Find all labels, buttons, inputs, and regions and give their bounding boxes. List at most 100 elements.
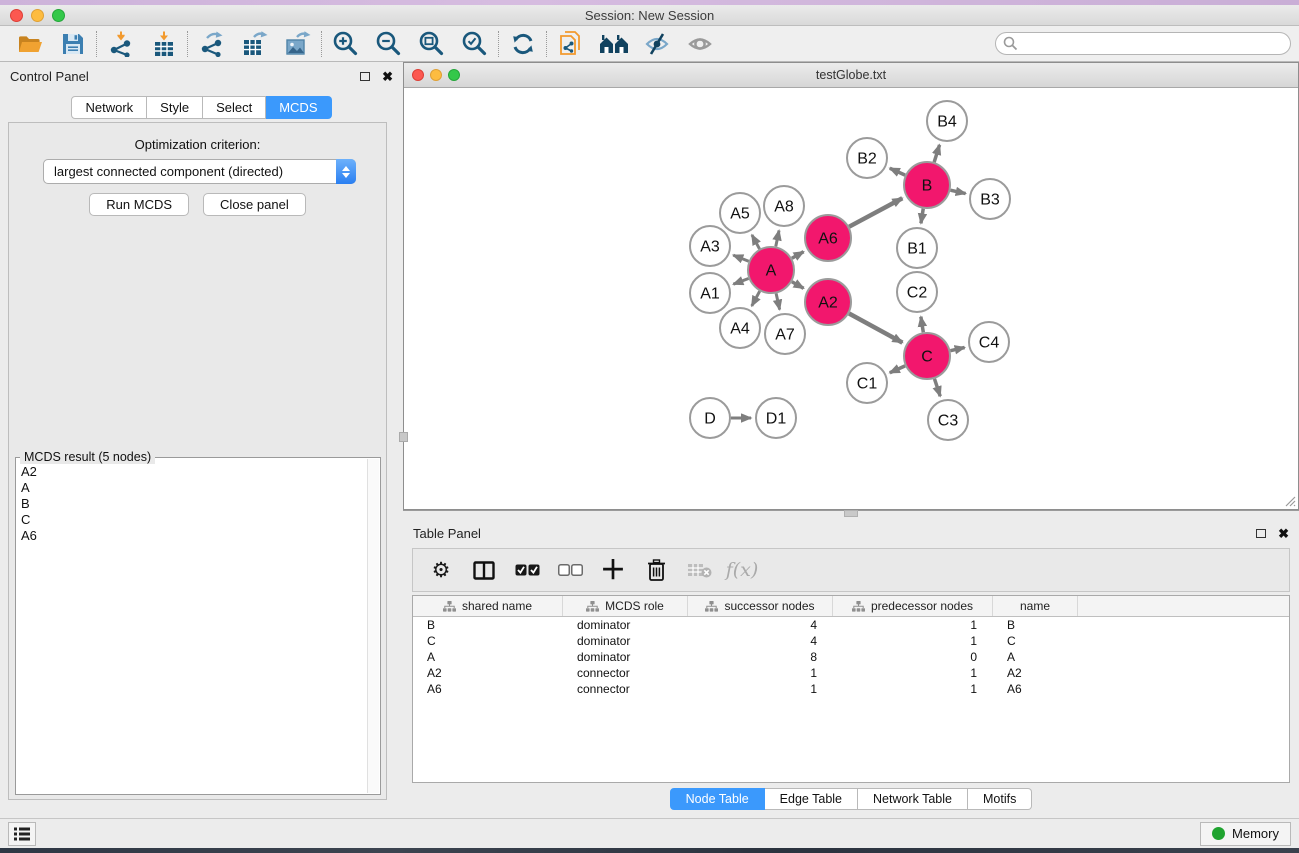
edge-A-A6[interactable]	[792, 252, 804, 259]
graph-node-B[interactable]: B	[904, 162, 950, 208]
cell-mcds-role[interactable]: dominator	[563, 649, 688, 665]
tab-network-table[interactable]: Network Table	[858, 788, 968, 810]
network-canvas[interactable]: B4B2BB3A8A5A6A3B1AC2A1A2A4A7C4CC1DD1C3	[404, 88, 1298, 509]
graph-node-C4[interactable]: C4	[969, 322, 1009, 362]
import-table-button[interactable]	[142, 28, 185, 60]
edge-A-A1[interactable]	[733, 278, 748, 284]
export-image-button[interactable]	[276, 28, 319, 60]
graph-node-C[interactable]: C	[904, 333, 950, 379]
edge-C-C3[interactable]	[934, 379, 940, 396]
graph-node-A1[interactable]: A1	[690, 273, 730, 313]
graph-node-A5[interactable]: A5	[720, 193, 760, 233]
graph-node-A[interactable]: A	[748, 247, 794, 293]
delete-column-button[interactable]	[638, 552, 674, 588]
tab-motifs[interactable]: Motifs	[968, 788, 1032, 810]
tab-edge-table[interactable]: Edge Table	[765, 788, 858, 810]
edge-A-A5[interactable]	[752, 235, 760, 249]
cell-shared-name[interactable]: A6	[413, 681, 563, 697]
cell-mcds-role[interactable]: connector	[563, 681, 688, 697]
cell-name[interactable]: C	[993, 633, 1078, 649]
delete-table-button[interactable]	[681, 552, 717, 588]
table-row[interactable]: A6connector11A6	[413, 681, 1289, 697]
add-column-button[interactable]: ＋	[595, 552, 631, 588]
import-network-button[interactable]	[99, 28, 142, 60]
table-row[interactable]: Bdominator41B	[413, 617, 1289, 633]
graph-node-A4[interactable]: A4	[720, 308, 760, 348]
edge-A-A3[interactable]	[733, 255, 748, 261]
network-graph[interactable]: B4B2BB3A8A5A6A3B1AC2A1A2A4A7C4CC1DD1C3	[404, 88, 1298, 509]
cell-predecessor-nodes[interactable]: 0	[833, 649, 993, 665]
cell-successor-nodes[interactable]: 1	[688, 665, 833, 681]
zoom-in-button[interactable]	[324, 28, 367, 60]
export-network-button[interactable]	[190, 28, 233, 60]
edge-B-B4[interactable]	[934, 145, 939, 162]
table-row[interactable]: Cdominator41C	[413, 633, 1289, 649]
cell-name[interactable]: A2	[993, 665, 1078, 681]
search-input[interactable]	[995, 32, 1291, 55]
column-header-shared-name[interactable]: shared name	[413, 596, 563, 616]
zoom-fit-button[interactable]	[410, 28, 453, 60]
graph-node-B3[interactable]: B3	[970, 179, 1010, 219]
graph-node-D1[interactable]: D1	[756, 398, 796, 438]
edge-C-C2[interactable]	[921, 317, 923, 333]
edge-B-B2[interactable]	[890, 168, 905, 175]
close-table-panel-icon[interactable]: ✖	[1278, 527, 1289, 540]
edge-A-A2[interactable]	[792, 282, 804, 289]
graph-node-C3[interactable]: C3	[928, 400, 968, 440]
cell-successor-nodes[interactable]: 1	[688, 681, 833, 697]
mcds-result-item[interactable]: C	[17, 512, 366, 528]
tab-style[interactable]: Style	[147, 96, 203, 119]
edge-A6-B[interactable]	[849, 198, 902, 226]
cell-successor-nodes[interactable]: 8	[688, 649, 833, 665]
edge-B-B3[interactable]	[950, 190, 965, 193]
show-graphics-details-button[interactable]	[678, 28, 721, 60]
edge-A2-C[interactable]	[849, 313, 902, 342]
export-table-button[interactable]	[233, 28, 276, 60]
cell-predecessor-nodes[interactable]: 1	[833, 665, 993, 681]
cell-predecessor-nodes[interactable]: 1	[833, 617, 993, 633]
close-panel-button[interactable]: Close panel	[203, 193, 306, 216]
edge-A-A8[interactable]	[776, 230, 779, 246]
graph-node-B2[interactable]: B2	[847, 138, 887, 178]
cell-name[interactable]: B	[993, 617, 1078, 633]
close-panel-icon[interactable]: ✖	[382, 70, 393, 83]
edge-C-C4[interactable]	[950, 348, 964, 351]
tab-select[interactable]: Select	[203, 96, 266, 119]
criterion-dropdown[interactable]: largest connected component (directed)	[43, 159, 356, 184]
graph-node-A2[interactable]: A2	[805, 279, 851, 325]
edge-B-B1[interactable]	[921, 209, 923, 224]
graph-node-B4[interactable]: B4	[927, 101, 967, 141]
cell-predecessor-nodes[interactable]: 1	[833, 681, 993, 697]
reset-panels-button[interactable]	[592, 28, 635, 60]
edge-C-C1[interactable]	[890, 366, 905, 373]
mcds-result-item[interactable]: A2	[17, 464, 366, 480]
vertical-splitter-handle[interactable]	[399, 432, 408, 442]
table-row[interactable]: Adominator80A	[413, 649, 1289, 665]
cell-name[interactable]: A	[993, 649, 1078, 665]
graph-node-A6[interactable]: A6	[805, 215, 851, 261]
column-header-mcds-role[interactable]: MCDS role	[563, 596, 688, 616]
splitter-grip[interactable]	[844, 510, 858, 517]
new-network-from-file-button[interactable]	[549, 28, 592, 60]
table-row[interactable]: A2connector11A2	[413, 665, 1289, 681]
select-all-button[interactable]	[509, 552, 545, 588]
cell-predecessor-nodes[interactable]: 1	[833, 633, 993, 649]
task-history-button[interactable]	[8, 822, 36, 846]
graph-node-D[interactable]: D	[690, 398, 730, 438]
cell-shared-name[interactable]: B	[413, 617, 563, 633]
graph-node-A7[interactable]: A7	[765, 314, 805, 354]
graph-node-C1[interactable]: C1	[847, 363, 887, 403]
cell-mcds-role[interactable]: dominator	[563, 617, 688, 633]
refresh-layout-button[interactable]	[501, 28, 544, 60]
tab-node-table[interactable]: Node Table	[670, 788, 765, 810]
graph-node-C2[interactable]: C2	[897, 272, 937, 312]
table-settings-button[interactable]: ⚙	[423, 552, 459, 588]
cell-name[interactable]: A6	[993, 681, 1078, 697]
function-builder-button[interactable]: f(x)	[724, 552, 760, 588]
graph-node-A8[interactable]: A8	[764, 186, 804, 226]
cell-mcds-role[interactable]: dominator	[563, 633, 688, 649]
open-file-button[interactable]	[8, 28, 51, 60]
mcds-result-item[interactable]: B	[17, 496, 366, 512]
tab-mcds[interactable]: MCDS	[266, 96, 331, 119]
mcds-result-item[interactable]: A6	[17, 528, 366, 544]
